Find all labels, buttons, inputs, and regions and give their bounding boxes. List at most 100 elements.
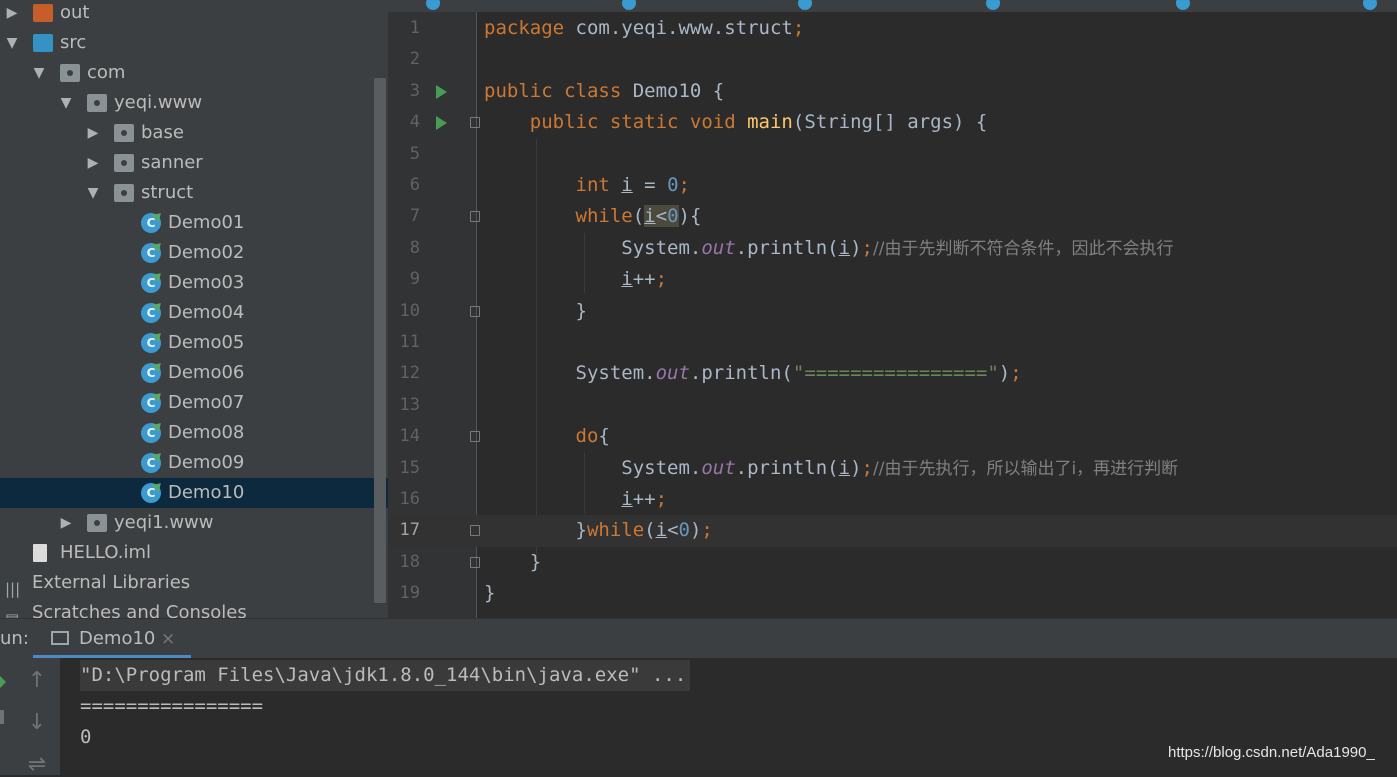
code-line[interactable]: 9 i++;	[388, 264, 1397, 295]
tree-item-yeqi-www[interactable]: ▼ yeqi.www	[0, 88, 388, 118]
tree-item-demo03[interactable]: C Demo03	[0, 268, 388, 298]
fold-marker-icon[interactable]	[470, 556, 480, 568]
tree-item-label: Demo09	[168, 452, 245, 473]
tree-item-sanner[interactable]: ▶ sanner	[0, 148, 388, 178]
code-line[interactable]: 5	[388, 139, 1397, 170]
expand-right-icon[interactable]: ▶	[86, 118, 100, 148]
editor-tab-icon[interactable]	[622, 0, 636, 10]
tree-item-label: Demo10	[168, 482, 245, 503]
editor-tab-icon[interactable]	[986, 0, 1000, 10]
tree-item-demo10[interactable]: C Demo10	[0, 478, 388, 508]
editor-tab-icon[interactable]	[798, 0, 812, 10]
package-icon	[87, 94, 107, 112]
editor-tab-icon[interactable]	[1363, 0, 1377, 10]
code-text: while(i<0){	[484, 201, 701, 232]
tree-item-out[interactable]: ▶ out	[0, 0, 388, 28]
tree-item-demo09[interactable]: C Demo09	[0, 448, 388, 478]
expand-down-icon[interactable]: ▼	[5, 28, 19, 58]
editor-tab-icon[interactable]	[426, 0, 440, 10]
down-arrow-icon[interactable]: ↓	[24, 710, 50, 735]
console-line: 0	[80, 726, 92, 748]
code-token: .println(	[689, 362, 793, 385]
code-token: }	[484, 550, 542, 573]
java-class-icon: C	[141, 423, 161, 443]
tree-item-yeqi1-www[interactable]: ▶ yeqi1.www	[0, 508, 388, 538]
fold-marker-icon[interactable]	[470, 431, 480, 443]
java-class-icon: C	[141, 393, 161, 413]
tree-item-label: Demo07	[168, 392, 245, 413]
tree-item-demo04[interactable]: C Demo04	[0, 298, 388, 328]
editor-tab-icon[interactable]	[1176, 0, 1190, 10]
stop-icon[interactable]	[0, 710, 4, 724]
code-line[interactable]: 15 System.out.println(i);//由于先执行，所以输出了i，…	[388, 453, 1397, 484]
fold-marker-icon[interactable]	[470, 211, 480, 223]
code-text: }while(i<0);	[484, 515, 713, 546]
tree-item-base[interactable]: ▶ base	[0, 118, 388, 148]
code-token: int	[575, 174, 622, 196]
line-number: 17	[399, 520, 420, 541]
tree-item-demo02[interactable]: C Demo02	[0, 238, 388, 268]
code-text: }	[484, 547, 541, 578]
fold-marker-icon[interactable]	[470, 525, 480, 537]
run-gutter-icon[interactable]	[436, 84, 447, 99]
tree-item-label: struct	[141, 182, 194, 203]
code-line[interactable]: 6 int i = 0;	[388, 170, 1397, 201]
code-line[interactable]: 18 }	[388, 547, 1397, 578]
code-text: i++;	[484, 484, 667, 515]
tree-item-external-libraries[interactable]: ||| External Libraries	[0, 568, 388, 598]
tree-item-demo06[interactable]: C Demo06	[0, 358, 388, 388]
tree-item-demo07[interactable]: C Demo07	[0, 388, 388, 418]
code-line[interactable]: 14 do{	[388, 421, 1397, 452]
expand-down-icon[interactable]: ▼	[86, 178, 100, 208]
tree-item-src[interactable]: ▼ src	[0, 28, 388, 58]
code-line[interactable]: 2	[388, 44, 1397, 75]
tree-item-com[interactable]: ▼ com	[0, 58, 388, 88]
expand-right-icon[interactable]: ▶	[5, 0, 19, 28]
tree-item-label: HELLO.iml	[60, 542, 152, 563]
code-line[interactable]: 10 }	[388, 296, 1397, 327]
rerun-icon[interactable]	[0, 676, 6, 688]
expand-right-icon[interactable]: ▶	[59, 508, 73, 538]
tree-item-demo01[interactable]: C Demo01	[0, 208, 388, 238]
tree-item-scratches-and-consoles[interactable]: ▤ Scratches and Consoles	[0, 598, 388, 618]
code-line[interactable]: 12 System.out.println("================"…	[388, 358, 1397, 389]
code-line[interactable]: 11	[388, 327, 1397, 358]
fold-marker-icon[interactable]	[470, 117, 480, 129]
expand-down-icon[interactable]: ▼	[32, 58, 46, 88]
tree-item-demo05[interactable]: C Demo05	[0, 328, 388, 358]
run-tab-demo10[interactable]: Demo10 ×	[33, 619, 191, 659]
tree-item-label: src	[60, 32, 87, 53]
tree-item-hello-iml[interactable]: HELLO.iml	[0, 538, 388, 568]
code-token: )	[850, 456, 862, 479]
code-line[interactable]: 19}	[388, 578, 1397, 609]
code-line[interactable]: 17 }while(i<0);	[388, 515, 1397, 547]
line-number: 12	[399, 363, 420, 384]
tree-item-label: Demo06	[168, 362, 245, 383]
fold-marker-icon[interactable]	[470, 305, 480, 317]
code-line[interactable]: 8 System.out.println(i);//由于先判断不符合条件，因此不…	[388, 233, 1397, 264]
code-token: ;	[655, 488, 668, 510]
code-line[interactable]: 7 while(i<0){	[388, 201, 1397, 232]
expand-down-icon[interactable]: ▼	[59, 88, 73, 118]
soft-wrap-icon[interactable]: ⇌	[24, 752, 50, 777]
code-text: package com.yeqi.www.struct;	[484, 13, 804, 44]
code-line[interactable]: 1 package com.yeqi.www.struct;	[388, 13, 1397, 44]
up-arrow-icon[interactable]: ↑	[24, 668, 50, 693]
iml-file-icon	[33, 544, 47, 562]
tree-item-struct[interactable]: ▼ struct	[0, 178, 388, 208]
code-token: 0	[667, 205, 679, 228]
run-gutter-icon[interactable]	[436, 116, 447, 131]
code-line[interactable]: 3 public class Demo10 {	[388, 76, 1397, 107]
project-tree-scrollbar[interactable]	[374, 78, 386, 603]
code-line[interactable]: 13	[388, 390, 1397, 421]
close-icon[interactable]: ×	[161, 619, 175, 659]
line-number: 7	[409, 206, 420, 227]
code-editor[interactable]: 1 package com.yeqi.www.struct; 2 3 public cl…	[388, 0, 1397, 618]
tree-item-demo08[interactable]: C Demo08	[0, 418, 388, 448]
code-line[interactable]: 16 i++;	[388, 484, 1397, 515]
line-number: 15	[399, 457, 420, 478]
code-token: ;	[655, 268, 668, 291]
expand-right-icon[interactable]: ▶	[86, 148, 100, 178]
code-line[interactable]: 4 public static void main(String[] args)…	[388, 107, 1397, 138]
